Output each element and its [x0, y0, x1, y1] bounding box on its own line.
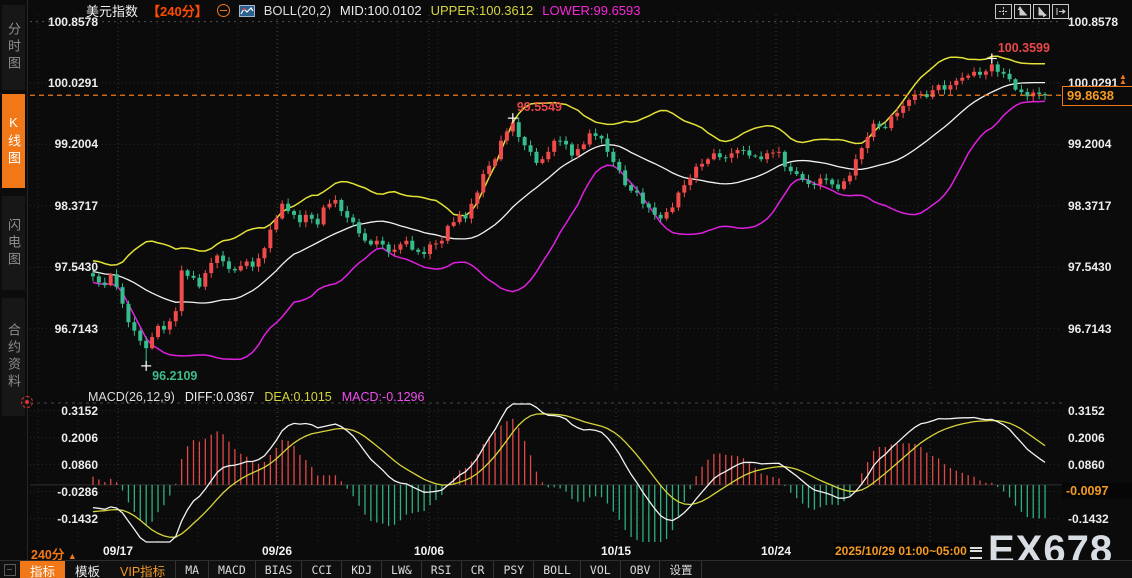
indicator-tabbar: 指标 模板 VIP指标 MA MACD BIAS CCI KDJ LW& RSI CR PSY BOLL… — [0, 560, 1132, 578]
axis-tick-label: 96.7143 — [54, 321, 98, 336]
current-macd-box: -0.0097 — [1062, 483, 1132, 499]
axis-tick-label: 99.2004 — [1068, 137, 1112, 152]
macd-hist-value: MACD:-0.1296 — [341, 390, 425, 404]
axis-scale-right-icon[interactable] — [1033, 4, 1050, 19]
axis-tick-label: 0.2006 — [1068, 430, 1105, 445]
axis-tick-label: -0.1432 — [1068, 511, 1109, 526]
tab-cr[interactable]: CR — [460, 561, 494, 578]
sidebar-item-time-chart[interactable]: 分时图 — [2, 5, 25, 90]
tab-ma[interactable]: MA — [175, 561, 208, 578]
tab-indicator[interactable]: 指标 — [20, 561, 66, 578]
boll-mid-value: MID:100.0102 — [339, 3, 422, 18]
tab-[interactable]: 设置 — [659, 561, 703, 578]
date-axis: 240分 ▲ 09/17 09/26 10/06 10/15 10/24 2025/10… — [0, 543, 1132, 562]
macd-params: MACD(26,12,9) — [88, 390, 175, 404]
collapse-indicator-icon[interactable] — [216, 4, 230, 17]
tab-psy[interactable]: PSY — [493, 561, 533, 578]
price-up-arrow-icon: ▲ ▲ — [1119, 72, 1127, 86]
tab-rsi[interactable]: RSI — [420, 561, 461, 578]
symbol-name: 美元指数 — [86, 4, 139, 19]
boll-params: BOLL(20,2) — [263, 3, 331, 18]
axis-tick-label: 98.3717 — [1068, 198, 1112, 213]
axis-tick-label: 98.3717 — [54, 198, 98, 213]
current-bar-datetime: 2025/10/29 01:00~05:00 — [833, 543, 969, 559]
annotation-high-price: 100.3599 — [997, 41, 1050, 56]
tab-obv[interactable]: OBV — [619, 561, 660, 578]
boll-lower-value: LOWER:99.6593 — [542, 3, 641, 18]
macd-legend: MACD(26,12,9) DIFF:0.0367 DEA:0.1015 MAC… — [88, 390, 425, 404]
axis-tick-label: 97.5430 — [54, 260, 98, 275]
main-chart-legend: 美元指数 【240分】 BOLL(20,2) MID:100.0102 UPPE… — [86, 3, 641, 19]
axis-tick-label: 96.7143 — [1068, 321, 1112, 336]
macd-dea-value: DEA:0.1015 — [264, 390, 332, 404]
tab-template[interactable]: 模板 — [65, 561, 110, 578]
sidebar: 分时图 K线图 闪电图 合约资料 — [0, 0, 28, 578]
axis-tick-label: 0.0860 — [1068, 457, 1105, 472]
tab-vip-indicator[interactable]: VIP指标 — [110, 561, 175, 578]
annotation-low-price: 96.2109 — [152, 368, 198, 383]
sidebar-item-flash-chart[interactable]: 闪电图 — [2, 196, 25, 290]
tab-boll[interactable]: BOLL — [533, 561, 580, 578]
chart-canvas[interactable] — [0, 0, 1132, 578]
menu-icon[interactable] — [970, 547, 982, 559]
boll-upper-value: UPPER:100.3612 — [430, 3, 534, 18]
axis-tick-label: 99.2004 — [54, 137, 98, 152]
tab-kdj[interactable]: KDJ — [341, 561, 381, 578]
tab-cci[interactable]: CCI — [301, 561, 341, 578]
annotation-swing-high: 99.5549 — [516, 100, 562, 115]
date-tick-label: 10/06 — [413, 544, 445, 558]
macd-diff-value: DIFF:0.0367 — [184, 390, 255, 404]
axis-tick-label: 0.3152 — [61, 403, 98, 418]
date-tick-label: 10/15 — [600, 544, 632, 558]
sidebar-item-kline-chart[interactable]: K线图 — [2, 94, 25, 188]
date-tick-label: 09/17 — [102, 544, 134, 558]
axis-tick-label: -0.0286 — [57, 484, 98, 499]
date-tick-label: 09/26 — [261, 544, 293, 558]
popout-icon[interactable] — [1052, 4, 1069, 19]
axis-tick-label: 0.2006 — [61, 430, 98, 445]
tab-vol[interactable]: VOL — [579, 561, 620, 578]
chart-toolbar — [995, 4, 1069, 19]
axis-tick-label: 100.8578 — [1068, 14, 1119, 29]
period-label: 【240分】 — [147, 4, 208, 19]
axis-tick-label: -0.1432 — [57, 511, 98, 526]
axis-tick-label: 0.3152 — [1068, 403, 1105, 418]
axis-scale-left-icon[interactable] — [1014, 4, 1031, 19]
chart-type-icon[interactable] — [238, 4, 255, 17]
layout-icon[interactable] — [0, 561, 20, 578]
crosshair-tool-icon[interactable] — [995, 4, 1012, 19]
tab-lw[interactable]: LW& — [381, 561, 421, 578]
date-tick-label: 10/24 — [760, 544, 792, 558]
tab-bias[interactable]: BIAS — [254, 561, 302, 578]
current-price-box: 99.8638 — [1062, 86, 1132, 106]
axis-tick-label: 100.0291 — [47, 76, 98, 90]
chart-window: 分时图 K线图 闪电图 合约资料 美元指数 【240分】 BOLL(20,2) MID… — [0, 0, 1132, 578]
tab-macd[interactable]: MACD — [208, 561, 255, 578]
axis-tick-label: 0.0860 — [61, 457, 98, 472]
axis-tick-label: 97.5430 — [1068, 260, 1112, 275]
macd-settings-icon[interactable] — [21, 396, 33, 408]
